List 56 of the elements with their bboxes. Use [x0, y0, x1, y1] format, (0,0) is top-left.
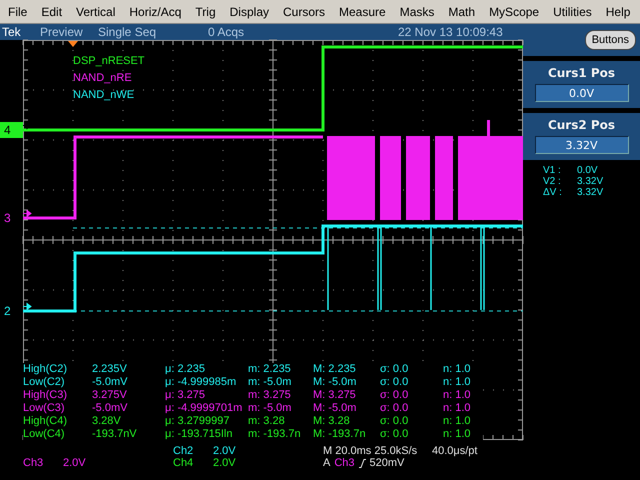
menu-item[interactable]: Masks	[394, 2, 442, 20]
brand-label: Tek	[1, 25, 22, 39]
trigger-level: 520mV	[370, 457, 404, 469]
menu-item[interactable]: Utilities	[547, 2, 600, 20]
cursor-title: Curs1 Pos	[548, 66, 616, 80]
rising-edge-icon	[358, 458, 366, 468]
channel-scale-value: 2.0V	[213, 457, 237, 469]
channel-scale-label: Ch2	[173, 445, 194, 457]
mean-value: μ: -193.715Iln	[165, 428, 248, 441]
buttons-button[interactable]: Buttons	[584, 30, 636, 50]
measurement-value: 3.275V	[92, 389, 165, 402]
channel-scale-value: 2.0V	[213, 445, 237, 457]
menu-item[interactable]: Edit	[35, 2, 70, 20]
menu-item[interactable]: Trig	[189, 2, 224, 20]
channel-label: NAND_nRE	[73, 72, 133, 84]
readout-value: 3.32V	[577, 176, 604, 187]
readout-value: 3.32V	[577, 187, 604, 198]
readout-value: 0.0V	[577, 165, 599, 176]
menu-item[interactable]: Cursors	[277, 2, 334, 20]
trigger-prefix: A	[323, 457, 330, 469]
max-value: M: -193.7n	[313, 428, 380, 441]
menu-item[interactable]: MyScope	[483, 2, 548, 20]
channel-marker[interactable]: 3	[4, 211, 11, 225]
readout-label: ΔV :	[543, 187, 563, 198]
cursor-position-field[interactable]: 0.0V	[534, 84, 628, 102]
resolution-readout: 40.0μs/pt	[432, 445, 478, 457]
menu-item[interactable]: Measure	[333, 2, 394, 20]
cursor-title: Curs2 Pos	[548, 118, 616, 132]
channel-marker[interactable]: 2	[4, 304, 11, 318]
date-time: 22 Nov 13 10:09:43	[398, 25, 503, 39]
arrow-icon	[23, 303, 32, 310]
menu-item[interactable]: Help	[600, 2, 638, 20]
menu-item[interactable]: Horiz/Acq	[123, 2, 190, 20]
readout-label: V1 :	[543, 165, 562, 176]
channel-scale-label: Ch3	[23, 457, 44, 469]
channel-label: DSP_nRESET	[73, 55, 145, 67]
channel-scale-label: Ch4	[173, 457, 194, 469]
acquisition-count: 0 Acqs	[208, 25, 246, 39]
acquisition-mode: Single Seq	[98, 25, 158, 39]
readout-label: V2 :	[543, 176, 562, 187]
min-value: m: -193.7n	[248, 428, 313, 441]
measurement-label: Low(C4)	[23, 428, 92, 441]
menu-item[interactable]: File	[2, 2, 36, 20]
std-dev-value: σ: 0.0	[380, 428, 443, 441]
channel-label: NAND_nWE	[73, 89, 136, 101]
timebase-readout: M 20.0ms 25.0kS/s	[323, 445, 418, 457]
menu-item[interactable]: Vertical	[70, 2, 124, 20]
arrow-icon	[23, 210, 32, 217]
menu-item[interactable]: Math	[442, 2, 484, 20]
measurement-value: -193.7nV	[92, 428, 165, 441]
cursor-position-field[interactable]: 3.32V	[534, 136, 628, 154]
menu-item[interactable]: Display	[224, 2, 277, 20]
trigger-source: Ch3	[334, 457, 355, 469]
mode-label: Preview	[39, 25, 84, 39]
count-value: n: 1.0	[443, 428, 483, 441]
channel-scale-value: 2.0V	[63, 457, 87, 469]
